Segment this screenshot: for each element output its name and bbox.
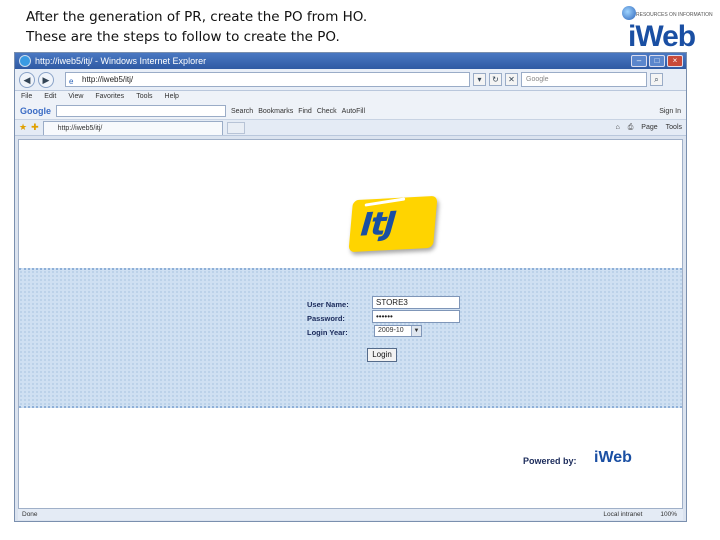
zoom-level[interactable]: 100%: [660, 509, 677, 520]
search-input[interactable]: Google: [521, 72, 647, 87]
window-title: http://iweb5/itj/ - Windows Internet Exp…: [35, 56, 207, 66]
logo-tagline: RESOURCES ON INFORMATION: [636, 12, 713, 18]
menu-file[interactable]: File: [21, 91, 32, 103]
close-button[interactable]: ×: [667, 55, 683, 67]
status-bar: Done Local intranet 100%: [18, 509, 683, 520]
year-select[interactable]: 2009-10 ▼: [374, 325, 422, 337]
google-brand: Google: [20, 106, 51, 116]
logo-word: iWeb: [628, 20, 696, 53]
sign-in-button[interactable]: Sign In: [659, 108, 681, 115]
refresh-icon[interactable]: ↻: [489, 73, 502, 86]
page-icon: e: [69, 77, 74, 86]
powered-by-logo: iWeb: [594, 449, 632, 466]
back-icon[interactable]: ◀: [19, 71, 35, 88]
forward-icon[interactable]: ▶: [38, 71, 54, 88]
menu-tools[interactable]: Tools: [136, 91, 152, 103]
page-menu[interactable]: Page: [641, 124, 657, 132]
minimize-button[interactable]: –: [631, 55, 647, 67]
home-icon[interactable]: ⌂: [615, 124, 619, 132]
status-text: Done: [22, 511, 38, 518]
google-search-input[interactable]: [56, 105, 226, 117]
address-bar: ◀ ▶ e http://iweb5/itj/ ▾ ↻ ✕ Google ⌕: [15, 69, 686, 91]
browser-window: http://iweb5/itj/ - Windows Internet Exp…: [14, 52, 687, 522]
menu-bar: File Edit View Favorites Tools Help: [15, 91, 686, 103]
powered-by-label: Powered by:: [523, 456, 577, 466]
tab-label: http://iweb5/itj/: [57, 124, 103, 132]
maximize-button[interactable]: □: [649, 55, 665, 67]
bookmarks-button[interactable]: Bookmarks: [258, 108, 293, 115]
iweb-corner-logo: RESOURCES ON INFORMATION iWeb: [620, 2, 718, 58]
tools-menu[interactable]: Tools: [666, 124, 682, 132]
password-label: Password:: [307, 314, 345, 323]
username-input[interactable]: STORE3: [372, 296, 460, 309]
google-toolbar: Google Search Bookmarks Find Check AutoF…: [15, 103, 686, 120]
slide: After the generation of PR, create the P…: [0, 0, 720, 540]
new-tab-button[interactable]: [226, 121, 245, 134]
stop-icon[interactable]: ✕: [505, 73, 518, 86]
menu-edit[interactable]: Edit: [44, 91, 56, 103]
menu-help[interactable]: Help: [165, 91, 179, 103]
tab-current[interactable]: http://iweb5/itj/: [42, 120, 223, 135]
security-zone: Local intranet: [603, 511, 643, 518]
itj-logo-text: ItJ: [359, 203, 396, 244]
year-value: 2009-10: [378, 327, 404, 334]
caption-line-1: After the generation of PR, create the P…: [26, 9, 368, 25]
chevron-down-icon: ▼: [411, 326, 421, 336]
search-icon[interactable]: ⌕: [650, 73, 663, 86]
username-label: User Name:: [307, 300, 349, 309]
url-input[interactable]: e http://iweb5/itj/: [65, 72, 470, 87]
login-button[interactable]: Login: [367, 348, 397, 362]
ie-icon: [19, 55, 31, 67]
google-search-button[interactable]: Search: [231, 108, 253, 115]
menu-favorites[interactable]: Favorites: [95, 91, 124, 103]
globe-icon: [622, 6, 636, 20]
year-label: Login Year:: [307, 328, 348, 337]
itj-logo: ItJ: [348, 195, 438, 253]
page-viewport: ItJ User Name: STORE3 Password: •••••• L…: [18, 139, 683, 509]
add-favorites-icon[interactable]: ✚: [31, 122, 39, 133]
window-titlebar: http://iweb5/itj/ - Windows Internet Exp…: [15, 53, 686, 69]
dropdown-icon[interactable]: ▾: [473, 73, 486, 86]
check-button[interactable]: Check: [317, 108, 337, 115]
slide-caption: After the generation of PR, create the P…: [26, 7, 367, 47]
tab-bar: ★ ✚ http://iweb5/itj/ ⌂ ⎙ Page Tools: [15, 120, 686, 136]
find-button[interactable]: Find: [298, 108, 312, 115]
password-input[interactable]: ••••••: [372, 310, 460, 323]
print-icon[interactable]: ⎙: [628, 124, 634, 132]
autofill-button[interactable]: AutoFill: [342, 108, 365, 115]
caption-line-2: These are the steps to follow to create …: [26, 29, 340, 45]
url-text: http://iweb5/itj/: [82, 75, 134, 84]
login-panel: User Name: STORE3 Password: •••••• Login…: [19, 268, 682, 408]
menu-view[interactable]: View: [68, 91, 83, 103]
favorites-star-icon[interactable]: ★: [19, 122, 27, 133]
